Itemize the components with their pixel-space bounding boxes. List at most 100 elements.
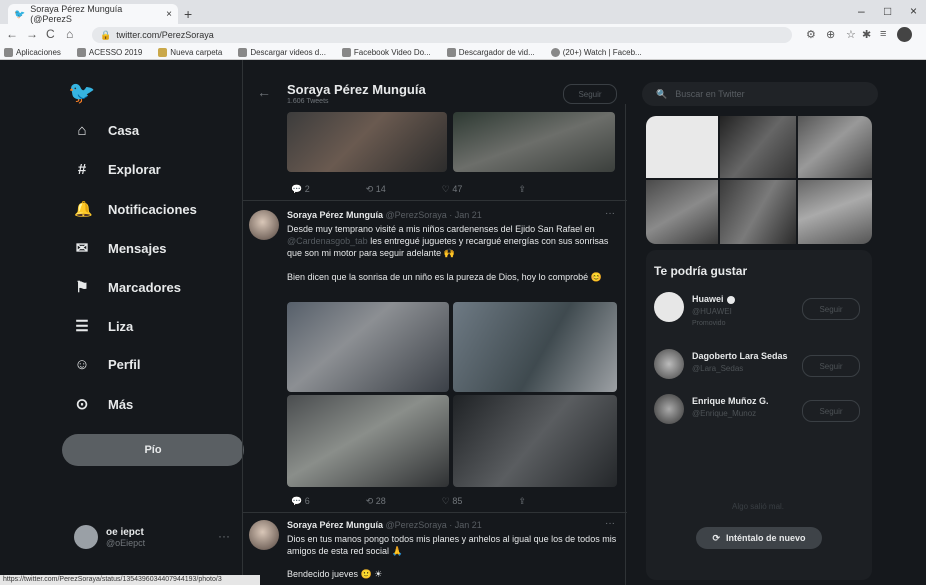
back-button[interactable]: ← [6,27,18,41]
url-text: twitter.com/PerezSoraya [116,30,214,40]
browser-tab[interactable]: 🐦 Soraya Pérez Munguía (@PerezS × [8,4,178,24]
like-button[interactable]: ♡ 47 [442,184,463,195]
tweet-handle: @PerezSoraya · Jan 21 [385,210,482,220]
suggestion-name: Huawei [692,294,735,304]
tweet-text: Desde muy temprano visité a mis niños ca… [287,224,609,258]
browser-profile-avatar[interactable] [897,27,912,42]
share-icon[interactable]: ⇪ [518,184,526,195]
tweet-button[interactable]: Pío [62,434,244,466]
bookmark-item[interactable]: Aplicaciones [4,48,61,57]
bookmark-item[interactable]: Nueva carpeta [158,48,222,57]
media-thumbnail[interactable] [798,180,872,244]
home-button[interactable]: ⌂ [66,27,73,41]
list-icon: ☰ [75,318,89,335]
reply-button[interactable]: 💬 6 [291,496,310,507]
tweet-image[interactable] [453,112,615,172]
divider [243,512,627,513]
tweet-author[interactable]: Soraya Pérez Munguía @PerezSoraya · Jan … [287,520,482,530]
sidebar-item-explorar[interactable]: # Explorar [74,161,161,178]
tab-close-icon[interactable]: × [166,9,172,20]
suggestion-handle: @Lara_Sedas [692,364,744,373]
more-circle-icon: ⊙ [75,396,89,413]
hashtag-icon: # [77,161,87,178]
like-button[interactable]: ♡ 85 [442,496,463,507]
tweet-image[interactable] [453,395,617,487]
reply-button[interactable]: 💬 2 [291,184,310,195]
minimize-button[interactable]: – [858,4,865,18]
suggestion-item[interactable]: Enrique Muñoz G. @Enrique_Munoz Seguir [654,394,866,434]
maximize-button[interactable]: □ [884,4,891,18]
sidebar-item-perfil[interactable]: ☺ Perfil [74,356,141,373]
follow-button[interactable]: Seguir [802,400,860,422]
site-icon [341,48,351,57]
sidebar-item-mas[interactable]: ⊙ Más [74,395,134,413]
sidebar-item-label: Casa [108,123,140,138]
account-switcher[interactable]: oe iepct @oEiepct ··· [74,525,230,549]
suggestion-item[interactable]: Dagoberto Lara Sedas @Lara_Sedas Seguir [654,349,866,389]
twitter-logo-icon[interactable]: 🐦 [68,80,95,106]
reload-button[interactable]: C [46,27,55,41]
share-icon[interactable]: ⇪ [518,496,526,507]
tweet-image[interactable] [287,112,447,172]
bookmark-item[interactable]: Facebook Video Do... [341,48,431,57]
avatar [74,525,98,549]
search-input[interactable]: 🔍 Buscar en Twitter [642,82,878,106]
retweet-button[interactable]: ⟲ 14 [366,184,386,195]
avatar[interactable] [249,520,279,550]
sidebar-item-label: Perfil [108,357,141,372]
retweet-button[interactable]: ⟲ 28 [366,496,386,507]
bookmark-item[interactable]: Descargar videos d... [238,48,326,57]
sidebar-item-marcadores[interactable]: ⚑ Marcadores [74,278,181,296]
media-thumbnail[interactable] [720,180,796,244]
refresh-icon: ⟳ [712,532,721,543]
bookmark-item[interactable]: ACESSO 2019 [76,48,142,57]
more-icon[interactable]: ··· [218,529,230,543]
extension-icon[interactable]: ⊕ [826,28,835,41]
bookmark-item[interactable]: (20+) Watch | Faceb... [550,48,642,57]
bookmark-item[interactable]: Descargador de vid... [446,48,535,57]
follow-button[interactable]: Seguir [802,355,860,377]
sidebar-item-casa[interactable]: ⌂ Casa [74,122,139,139]
media-thumbnail[interactable] [646,116,718,178]
media-gallery [646,116,872,244]
suggestion-item[interactable]: Huawei @HUAWEI Promovido Seguir [654,292,866,332]
sidebar-item-notificaciones[interactable]: 🔔 Notificaciones [74,200,197,218]
apps-icon [4,48,13,57]
url-input[interactable]: 🔒 twitter.com/PerezSoraya [92,27,792,43]
back-arrow-icon[interactable]: ← [257,84,271,100]
sidebar-item-label: Marcadores [108,279,181,295]
status-bar-url: https://twitter.com/PerezSoraya/status/1… [0,575,260,585]
sidebar-item-liza[interactable]: ☰ Liza [74,317,133,335]
close-window-button[interactable]: × [910,4,917,18]
sidebar-item-label: Más [108,396,134,412]
tab-title: Soraya Pérez Munguía (@PerezS [30,4,123,24]
divider [243,200,627,201]
retry-button[interactable]: ⟳ Inténtalo de nuevo [696,527,822,549]
extension-icon[interactable]: ⚙ [806,28,816,41]
avatar[interactable] [249,210,279,240]
tweet-image[interactable] [287,302,449,392]
suggestion-handle: @HUAWEI [692,307,732,316]
more-icon[interactable]: ··· [605,518,615,529]
new-tab-button[interactable]: + [184,6,192,22]
suggestions-title: Te podría gustar [654,264,748,278]
tweet-author[interactable]: Soraya Pérez Munguía @PerezSoraya · Jan … [287,210,482,220]
follow-button[interactable]: Seguir [802,298,860,320]
more-icon[interactable]: ··· [605,208,615,219]
star-icon[interactable]: ☆ [846,28,856,41]
media-thumbnail[interactable] [646,180,718,244]
twitter-page: 🐦 ⌂ Casa # Explorar 🔔 Notificaciones ✉ M… [0,60,926,585]
mention-link[interactable]: @Cardenasgob_tab [287,236,368,246]
forward-button[interactable]: → [26,27,38,41]
tweet-count: 1.606 Tweets [287,98,329,105]
puzzle-icon[interactable]: ✱ [862,28,871,41]
tweet-image[interactable] [453,302,617,392]
follow-button[interactable]: Seguir [563,84,617,104]
media-thumbnail[interactable] [720,116,796,178]
media-thumbnail[interactable] [798,116,872,178]
account-name: oe iepct [106,526,144,538]
sidebar-item-mensajes[interactable]: ✉ Mensajes [74,239,167,257]
site-icon [446,48,456,57]
media-icon[interactable]: ≡ [880,28,886,40]
tweet-image[interactable] [287,395,449,487]
